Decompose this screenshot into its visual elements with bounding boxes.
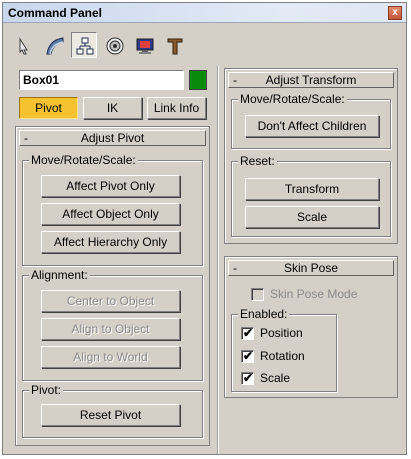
- display-icon: [136, 38, 154, 54]
- modify-tab[interactable]: [41, 32, 67, 58]
- close-button[interactable]: x: [388, 6, 402, 20]
- affect-hierarchy-only-button[interactable]: Affect Hierarchy Only: [41, 231, 180, 253]
- utilities-icon: [167, 38, 183, 55]
- pivot-group: Pivot: Reset Pivot: [22, 383, 203, 438]
- hierarchy-icon: [76, 37, 94, 55]
- reset-group: Reset: Transform Scale: [231, 154, 391, 237]
- skin-pose-mode-checkbox[interactable]: [251, 288, 264, 301]
- position-label: Position: [260, 326, 303, 340]
- group-label: Enabled:: [238, 307, 290, 321]
- close-icon: x: [392, 7, 398, 18]
- transform-panel: - Adjust Transform Move/Rotate/Scale: Do…: [217, 66, 403, 454]
- adjust-pivot-header[interactable]: - Adjust Pivot: [19, 130, 206, 146]
- scale-label: Scale: [260, 371, 291, 385]
- create-tab[interactable]: [11, 32, 37, 58]
- display-tab[interactable]: [131, 32, 157, 58]
- adjust-pivot-title: Adjust Pivot: [80, 131, 145, 145]
- group-label: Reset:: [238, 154, 277, 168]
- rotation-label: Rotation: [260, 349, 305, 363]
- motion-tab[interactable]: [101, 32, 127, 58]
- checkmark-icon: ✔: [243, 349, 254, 363]
- position-checkbox[interactable]: ✔: [241, 326, 254, 340]
- adjust-transform-rollout: - Adjust Transform Move/Rotate/Scale: Do…: [224, 68, 398, 244]
- affect-object-only-button[interactable]: Affect Object Only: [41, 203, 180, 225]
- transform-move-rotate-scale-group: Move/Rotate/Scale: Don't Affect Children: [231, 92, 391, 149]
- modify-icon: [46, 37, 64, 55]
- skin-pose-header[interactable]: - Skin Pose: [228, 260, 394, 276]
- scale-button[interactable]: Scale: [245, 206, 379, 228]
- pivot-mode-button[interactable]: Pivot: [19, 97, 78, 119]
- create-icon: [19, 37, 28, 55]
- object-color-swatch[interactable]: [189, 70, 207, 90]
- skin-pose-mode-label: Skin Pose Mode: [270, 287, 358, 301]
- hierarchy-panel: Box01 Pivot IK Link Info - Adjust Pivot …: [9, 66, 212, 454]
- group-label: Alignment:: [29, 268, 90, 282]
- ik-mode-button[interactable]: IK: [83, 97, 142, 119]
- checkmark-icon: ✔: [243, 371, 254, 385]
- transform-button[interactable]: Transform: [245, 178, 379, 200]
- skin-pose-rollout: - Skin Pose Skin Pose Mode Enabled: ✔ Po…: [224, 256, 398, 398]
- command-panel-window: Command Panel x Box01 Pivot IK Link Info…: [2, 2, 407, 455]
- reset-pivot-button[interactable]: Reset Pivot: [41, 404, 180, 426]
- hierarchy-tab[interactable]: [71, 32, 97, 58]
- link-info-mode-button[interactable]: Link Info: [147, 97, 206, 119]
- group-label: Move/Rotate/Scale:: [238, 92, 347, 106]
- title-bar[interactable]: Command Panel x: [3, 3, 406, 23]
- utilities-tab[interactable]: [161, 32, 187, 58]
- group-label: Pivot:: [29, 383, 64, 397]
- enabled-group: Enabled: ✔ Position ✔ Rotation ✔ Scale: [231, 307, 337, 392]
- affect-pivot-only-button[interactable]: Affect Pivot Only: [41, 175, 180, 197]
- adjust-transform-header[interactable]: - Adjust Transform: [228, 72, 394, 88]
- dont-affect-children-button[interactable]: Don't Affect Children: [245, 115, 379, 137]
- motion-icon: [106, 37, 124, 55]
- pivot-move-rotate-scale-group: Move/Rotate/Scale: Affect Pivot Only Aff…: [22, 153, 203, 266]
- group-label: Move/Rotate/Scale:: [29, 153, 138, 167]
- align-to-object-button[interactable]: Align to Object: [41, 318, 180, 340]
- skin-pose-title: Skin Pose: [283, 261, 339, 275]
- rotation-checkbox[interactable]: ✔: [241, 349, 254, 363]
- checkmark-icon: ✔: [243, 326, 254, 340]
- align-to-world-button[interactable]: Align to World: [41, 346, 180, 368]
- scale-checkbox[interactable]: ✔: [241, 371, 254, 385]
- window-title: Command Panel: [8, 6, 103, 20]
- object-name-field[interactable]: Box01: [19, 70, 184, 90]
- command-panel-tabs: [9, 28, 204, 62]
- alignment-group: Alignment: Center to Object Align to Obj…: [22, 268, 203, 381]
- adjust-transform-title: Adjust Transform: [265, 73, 357, 87]
- adjust-pivot-rollout: - Adjust Pivot Move/Rotate/Scale: Affect…: [15, 126, 210, 446]
- center-to-object-button[interactable]: Center to Object: [41, 290, 180, 312]
